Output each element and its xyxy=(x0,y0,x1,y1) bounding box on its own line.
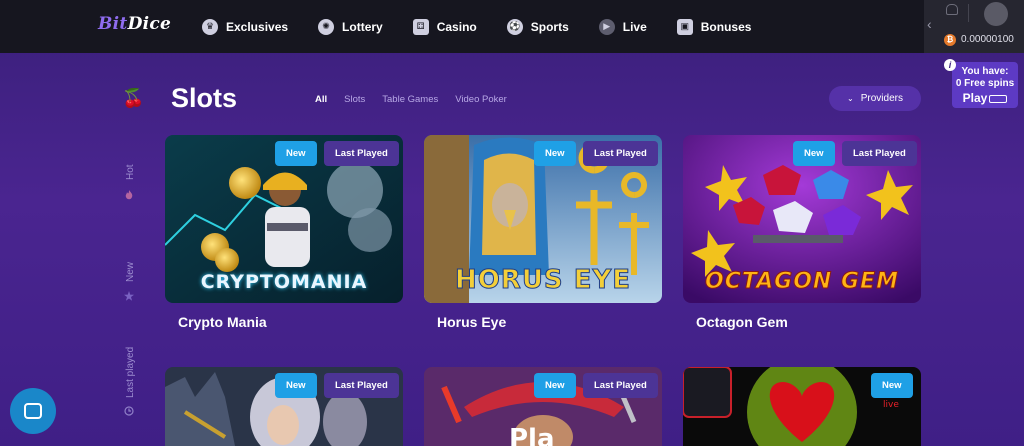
badge-last-played: Last Played xyxy=(842,141,917,166)
sidebar-tab-last-played[interactable]: Last played xyxy=(125,347,136,398)
game-title[interactable]: Horus Eye xyxy=(437,314,506,330)
nav-lottery[interactable]: ✺ Lottery xyxy=(318,18,383,35)
bitcoin-icon: ₿ xyxy=(944,34,956,46)
ticket-icon xyxy=(989,94,1008,103)
main-nav: ♛ Exclusives ✺ Lottery ⚃ Casino ⚽ Sports… xyxy=(202,0,781,53)
badge-last-played: Last Played xyxy=(583,373,658,398)
sidebar-tab-new[interactable]: New xyxy=(125,262,136,282)
nav-live[interactable]: ▶ Live xyxy=(598,18,647,35)
svg-text:live: live xyxy=(883,400,899,410)
balance-amount: 0.00000100 xyxy=(961,34,1014,45)
badge-new: New xyxy=(534,373,576,398)
game-card[interactable]: New Last Played xyxy=(165,367,403,446)
free-spins-play[interactable]: Play xyxy=(952,90,1018,106)
free-spins-widget[interactable]: You have: 0 Free spins Play xyxy=(952,62,1018,108)
game-title[interactable]: Crypto Mania xyxy=(178,314,267,330)
octagon-gem-logo: OCTAGON GEM xyxy=(705,269,899,295)
clock-icon xyxy=(124,406,134,416)
nav-sports[interactable]: ⚽ Sports xyxy=(506,18,569,35)
play-icon: ▶ xyxy=(598,18,615,35)
chevron-left-icon[interactable]: ‹ xyxy=(927,16,932,32)
crypto-mania-logo: CRYPTOMANIA xyxy=(200,271,368,293)
gift-icon: ▣ xyxy=(676,18,693,35)
svg-text:Pla: Pla xyxy=(509,424,555,446)
free-spins-label: You have: xyxy=(961,66,1009,77)
badge-new: New xyxy=(275,141,317,166)
badge-last-played: Last Played xyxy=(324,373,399,398)
lottery-ball-icon: ✺ xyxy=(318,18,335,35)
nav-bonuses[interactable]: ▣ Bonuses xyxy=(676,18,751,35)
badge-new: New xyxy=(534,141,576,166)
bitdice-logo[interactable]: BitDice xyxy=(98,14,171,34)
nav-exclusives[interactable]: ♛ Exclusives xyxy=(202,18,288,35)
chat-button[interactable] xyxy=(10,388,56,434)
free-spins-count: 0 Free spins xyxy=(955,78,1015,89)
game-card-crypto-mania[interactable]: New Last Played CRYPTOMANIA xyxy=(165,135,403,303)
crown-icon: ♛ xyxy=(202,18,218,35)
badge-new: New xyxy=(793,141,835,166)
sidebar-tab-hot[interactable]: Hot xyxy=(125,164,136,180)
divider xyxy=(968,4,969,22)
providers-button[interactable]: ⌄ Providers xyxy=(829,86,921,111)
filter-video-poker[interactable]: Video Poker xyxy=(455,94,507,105)
badge-new: New xyxy=(871,373,913,398)
avatar[interactable] xyxy=(984,2,1008,26)
filter-table-games[interactable]: Table Games xyxy=(382,94,438,105)
game-card[interactable]: Pla New Last Played xyxy=(424,367,662,446)
soccer-ball-icon: ⚽ xyxy=(506,18,523,35)
badge-last-played: Last Played xyxy=(583,141,658,166)
filter-all[interactable]: All xyxy=(315,94,327,105)
category-filters: All Slots Table Games Video Poker xyxy=(315,94,524,105)
badge-last-played: Last Played xyxy=(324,141,399,166)
chat-bubble-icon xyxy=(24,403,42,419)
star-icon xyxy=(124,291,134,301)
account-panel xyxy=(924,0,1024,53)
game-card-octagon-gem[interactable]: New Last Played OCTAGON GEM xyxy=(683,135,921,303)
page-title: Slots xyxy=(171,83,238,113)
nav-casino[interactable]: ⚃ Casino xyxy=(412,18,477,35)
game-card[interactable]: live New xyxy=(683,367,921,446)
horus-eye-logo: HORUS EYE xyxy=(454,265,632,296)
filter-slots[interactable]: Slots xyxy=(344,94,365,105)
cherry-icon: 🍒 xyxy=(122,88,145,108)
bell-icon[interactable] xyxy=(946,4,958,15)
game-title[interactable]: Octagon Gem xyxy=(696,314,788,330)
chevron-down-icon: ⌄ xyxy=(847,94,854,103)
flame-icon xyxy=(125,190,133,200)
dice-icon: ⚃ xyxy=(412,18,429,35)
info-icon[interactable]: i xyxy=(944,59,956,71)
badge-new: New xyxy=(275,373,317,398)
game-card-horus-eye[interactable]: New Last Played HORUS EYE xyxy=(424,135,662,303)
